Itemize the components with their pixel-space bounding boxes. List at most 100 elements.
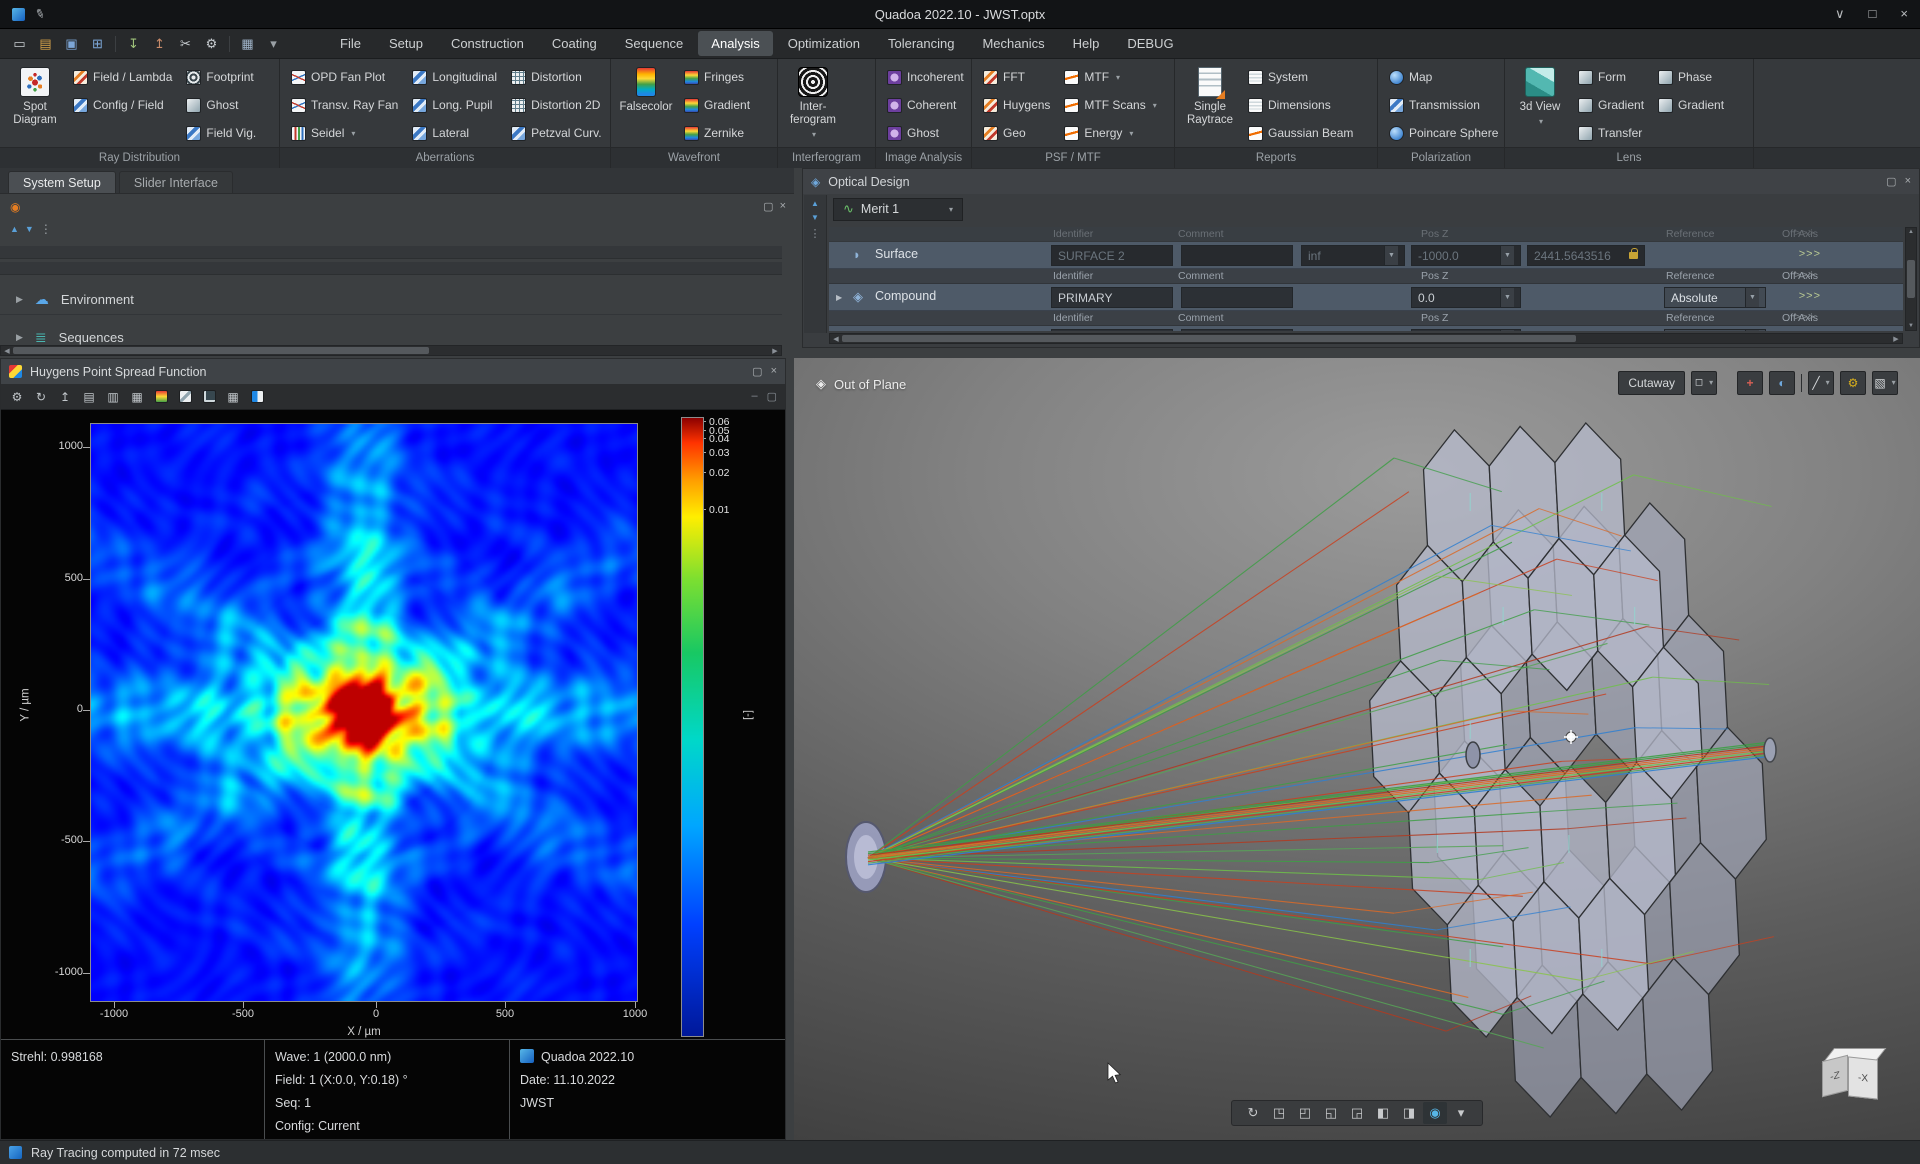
ribbon-item-poincare-sphere[interactable]: Poincare Sphere xyxy=(1385,120,1502,146)
right-view-icon[interactable]: ◱ xyxy=(1319,1102,1343,1124)
display-options-button[interactable]: ▧▾ xyxy=(1872,371,1898,395)
shading-mode-icon[interactable]: ◉ xyxy=(1423,1102,1447,1124)
expand-arrow-icon[interactable]: ▶ xyxy=(16,332,23,343)
ribbon-item-fft[interactable]: FFT xyxy=(979,64,1054,90)
collapse-icon[interactable]: – xyxy=(751,390,757,403)
ribbon-item-huygens[interactable]: Huygens xyxy=(979,92,1054,118)
menu-mechanics[interactable]: Mechanics xyxy=(969,31,1057,56)
panel-maximize-button[interactable]: ▢ xyxy=(752,365,762,378)
front-view-icon[interactable]: ◧ xyxy=(1371,1102,1395,1124)
ribbon-item-incoherent[interactable]: Incoherent xyxy=(883,64,968,90)
ribbon-item-distortion-2d[interactable]: Distortion 2D xyxy=(507,92,605,118)
ribbon-item-mtf-scans[interactable]: MTF Scans▾ xyxy=(1060,92,1160,118)
save-all-icon[interactable]: ⊞ xyxy=(86,33,109,55)
comment-cell[interactable] xyxy=(1181,245,1293,266)
left-panel-hscrollbar[interactable]: ◀ ▶ xyxy=(0,345,782,356)
view-menu-caret[interactable]: ▾ xyxy=(1449,1102,1473,1124)
settings-icon[interactable]: ⚙ xyxy=(200,33,223,55)
ribbon-button-falsecolor[interactable]: Falsecolor xyxy=(615,62,677,114)
cell-dropdown-icon[interactable]: ▼ xyxy=(1745,288,1759,307)
menu-debug[interactable]: DEBUG xyxy=(1114,31,1186,56)
cell-dropdown-icon[interactable]: ▼ xyxy=(1500,288,1514,307)
menu-coating[interactable]: Coating xyxy=(539,31,610,56)
ribbon-item-energy[interactable]: Energy▾ xyxy=(1060,120,1160,146)
panel-close-button[interactable]: × xyxy=(1905,175,1911,188)
table-row-secondary[interactable]: ◗SurfaceSECONDARY7160.0▼Absolute▼>>> xyxy=(829,326,1903,331)
ribbon-item-form[interactable]: Form xyxy=(1574,64,1648,90)
left-view-icon[interactable]: ◰ xyxy=(1293,1102,1317,1124)
cell-dropdown-icon[interactable]: ▼ xyxy=(1745,330,1759,331)
ribbon-item-ghost[interactable]: Ghost xyxy=(182,92,260,118)
maximize-button[interactable]: □ xyxy=(1869,6,1877,22)
scroll-down-icon[interactable]: ▼ xyxy=(1908,323,1914,329)
scroll-right-icon[interactable]: ▶ xyxy=(1890,335,1902,343)
table-row-primary[interactable]: ▶◈CompoundPRIMARY0.0▼Absolute▼>>> xyxy=(829,284,1903,311)
popout-icon[interactable]: ▢ xyxy=(767,390,777,403)
ribbon-item-ghost[interactable]: Ghost xyxy=(883,120,968,146)
tab-system-setup[interactable]: System Setup xyxy=(8,171,116,193)
orientation-cube[interactable]: -Z -X xyxy=(1820,1046,1892,1108)
table-hscrollbar[interactable]: ◀ ▶ xyxy=(829,333,1903,344)
ribbon-item-phase[interactable]: Phase xyxy=(1654,64,1728,90)
ribbon-item-system[interactable]: System xyxy=(1244,64,1357,90)
menu-setup[interactable]: Setup xyxy=(376,31,436,56)
new-file-icon[interactable]: ▭ xyxy=(8,33,31,55)
pin-icon[interactable]: ✎ xyxy=(33,6,47,23)
scroll-up-icon[interactable]: ▲ xyxy=(1908,229,1914,235)
more-options-icon[interactable]: ⋮ xyxy=(810,227,821,240)
tab-slider-interface[interactable]: Slider Interface xyxy=(119,171,233,193)
move-down-icon[interactable]: ▼ xyxy=(25,224,34,234)
ribbon-item-gradient[interactable]: Gradient xyxy=(680,92,754,118)
falsecolor-swatch-icon[interactable] xyxy=(150,387,172,407)
ribbon-item-map[interactable]: Map xyxy=(1385,64,1502,90)
settings-icon[interactable]: ⚙ xyxy=(6,387,28,407)
expand-arrow-icon[interactable]: ▶ xyxy=(16,294,23,305)
import-icon[interactable]: ↧ xyxy=(122,33,145,55)
open-file-icon[interactable]: ▤ xyxy=(34,33,57,55)
ribbon-item-transfer[interactable]: Transfer xyxy=(1574,120,1648,146)
cube-front-face[interactable]: -X xyxy=(1848,1056,1878,1099)
ribbon-item-petzval-curv[interactable]: Petzval Curv. xyxy=(507,120,605,146)
ribbon-item-coherent[interactable]: Coherent xyxy=(883,92,968,118)
export-icon[interactable]: ↥ xyxy=(54,387,76,407)
scroll-left-icon[interactable]: ◀ xyxy=(1,347,13,355)
layout-grid-icon[interactable]: ▦ xyxy=(236,33,259,55)
table-icon[interactable]: ▦ xyxy=(126,387,148,407)
scroll-right-icon[interactable]: ▶ xyxy=(769,347,781,355)
ribbon-item-distortion[interactable]: Distortion xyxy=(507,64,605,90)
tree-item-environment[interactable]: ▶☁Environment xyxy=(0,284,782,315)
ribbon-button-3d-view[interactable]: 3d View▾ xyxy=(1509,62,1571,127)
reference-select[interactable]: Absolute▼ xyxy=(1664,287,1766,308)
aperture-cell[interactable]: 2441.5643516 xyxy=(1527,245,1645,266)
home-icon[interactable]: ▤ xyxy=(78,387,100,407)
radius-cell[interactable]: inf▼ xyxy=(1301,245,1405,266)
ribbon-item-field-vig[interactable]: Field Vig. xyxy=(182,120,260,146)
ribbon-item-long-pupil[interactable]: Long. Pupil xyxy=(408,92,501,118)
menu-construction[interactable]: Construction xyxy=(438,31,537,56)
ribbon-item-footprint[interactable]: Footprint xyxy=(182,64,260,90)
ribbon-item-fringes[interactable]: Fringes xyxy=(680,64,754,90)
3d-scene[interactable] xyxy=(794,358,1920,1140)
panel-maximize-button[interactable]: ▢ xyxy=(1886,175,1896,188)
refresh-icon[interactable]: ↻ xyxy=(30,387,52,407)
pos-z-cell[interactable]: 7160.0▼ xyxy=(1411,329,1521,331)
menu-optimization[interactable]: Optimization xyxy=(775,31,873,56)
move-down-icon[interactable]: ▼ xyxy=(811,213,819,222)
ribbon-item-gaussian-beam[interactable]: Gaussian Beam xyxy=(1244,120,1357,146)
axes-swatch-icon[interactable] xyxy=(198,387,220,407)
ribbon-item-gradient[interactable]: Gradient xyxy=(1654,92,1728,118)
move-up-icon[interactable]: ▲ xyxy=(10,224,19,234)
reset-view-icon[interactable]: ↻ xyxy=(1241,1102,1265,1124)
ribbon-item-zernike[interactable]: Zernike xyxy=(680,120,754,146)
merit-select[interactable]: ∿ Merit 1 ▾ xyxy=(833,198,963,221)
ribbon-item-opd-fan-plot[interactable]: OPD Fan Plot xyxy=(287,64,402,90)
identifier-cell[interactable]: SECONDARY xyxy=(1051,329,1173,331)
ribbon-button-single-raytrace[interactable]: Single Raytrace xyxy=(1179,62,1241,127)
menu-file[interactable]: File xyxy=(327,31,374,56)
ribbon-item-config-field[interactable]: Config / Field xyxy=(69,92,176,118)
toolbar-overflow-icon[interactable]: ▾ xyxy=(262,33,285,55)
minimize-button[interactable]: ∨ xyxy=(1835,6,1845,22)
ribbon-item-lateral[interactable]: Lateral xyxy=(408,120,501,146)
scroll-left-icon[interactable]: ◀ xyxy=(830,335,842,343)
menu-analysis[interactable]: Analysis xyxy=(698,31,772,56)
